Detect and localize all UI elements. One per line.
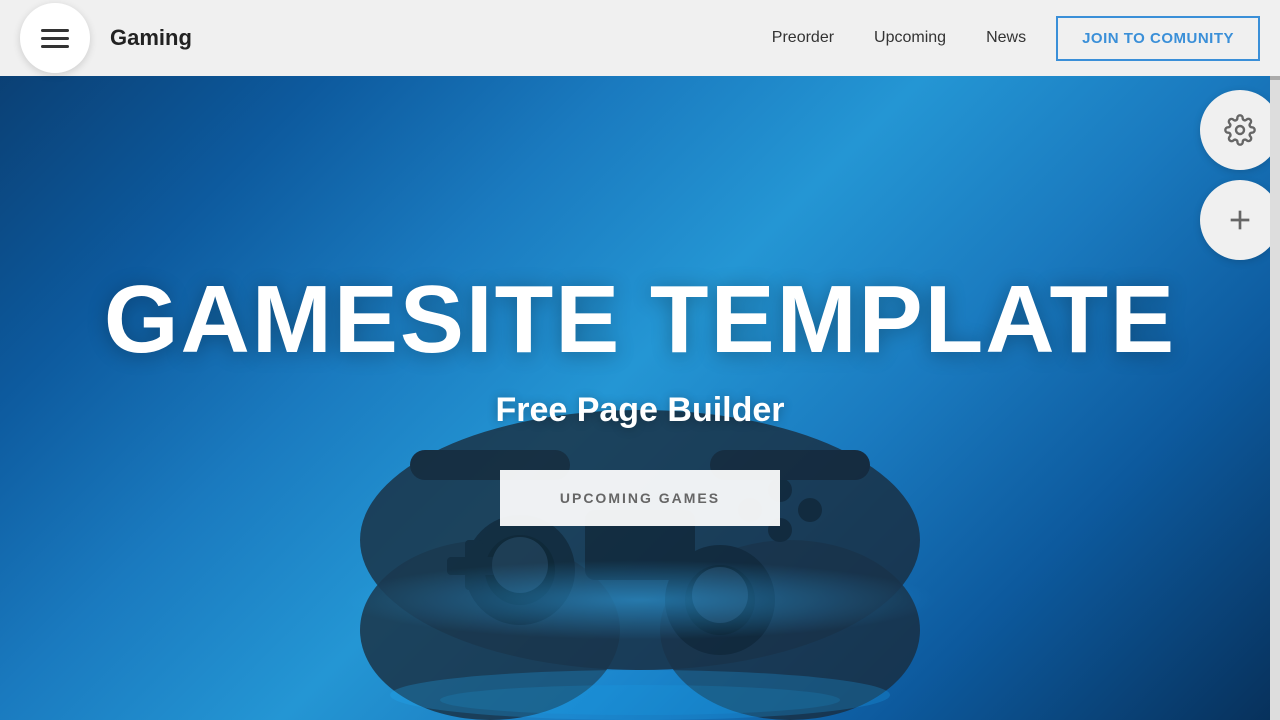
nav-upcoming[interactable]: Upcoming [874, 29, 946, 47]
menu-bar-3 [41, 45, 69, 48]
plus-icon [1224, 204, 1256, 236]
hero-subtitle: Free Page Builder [495, 391, 784, 430]
hero-background: GAMESITE TEMPLATE Free Page Builder UPCO… [0, 0, 1280, 720]
logo: Gaming [110, 25, 192, 51]
menu-bar-1 [41, 29, 69, 32]
hero-content: GAMESITE TEMPLATE Free Page Builder UPCO… [0, 0, 1280, 720]
gear-icon [1224, 114, 1256, 146]
navigation: Preorder Upcoming News [772, 29, 1026, 47]
nav-news[interactable]: News [986, 29, 1026, 47]
scrollbar[interactable] [1270, 0, 1280, 720]
menu-button[interactable] [20, 3, 90, 73]
join-community-button[interactable]: JOIN TO COMUNITY [1056, 16, 1260, 61]
settings-button[interactable] [1200, 90, 1280, 170]
hero-section: GAMESITE TEMPLATE Free Page Builder UPCO… [0, 0, 1280, 720]
menu-bar-2 [41, 37, 69, 40]
upcoming-games-button[interactable]: UPCOMING GAMES [500, 470, 780, 526]
add-button[interactable] [1200, 180, 1280, 260]
floating-action-buttons [1200, 90, 1280, 270]
hero-title: GAMESITE TEMPLATE [104, 270, 1176, 371]
nav-preorder[interactable]: Preorder [772, 29, 834, 47]
header: Gaming Preorder Upcoming News JOIN TO CO… [0, 0, 1280, 76]
